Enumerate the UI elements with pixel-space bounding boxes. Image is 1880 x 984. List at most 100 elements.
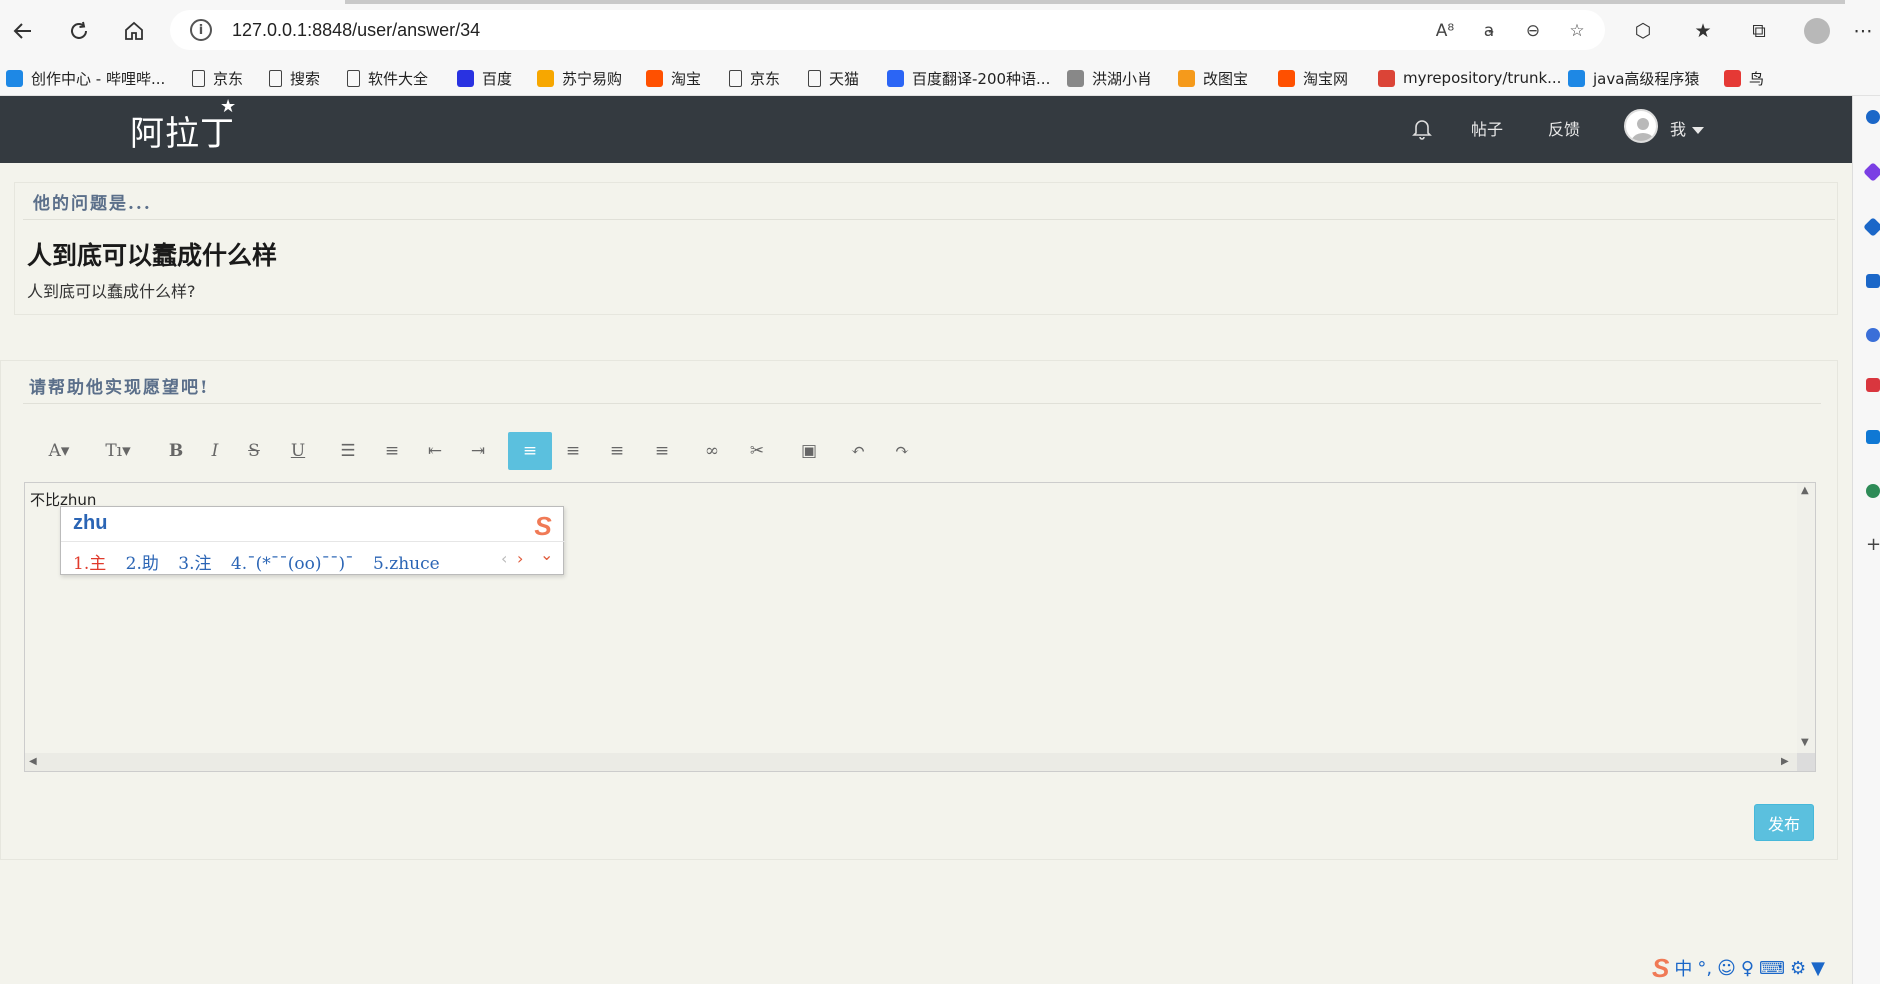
translate-icon[interactable]: a̵ (1476, 18, 1502, 44)
extensions-icon[interactable]: ⬡ (1626, 14, 1660, 48)
indent-button[interactable]: ⇥ (458, 432, 498, 470)
editor-vertical-scrollbar[interactable]: ▲ ▼ (1797, 483, 1815, 753)
bilibili-icon (6, 69, 23, 87)
bookmark-item[interactable]: 淘宝网 (1278, 67, 1348, 89)
skin-icon[interactable]: ▼ (1811, 958, 1825, 979)
ime-candidate[interactable]: 2.助 (126, 554, 159, 574)
editor-horizontal-scrollbar[interactable]: ◀ ▶ (25, 753, 1799, 771)
bookmark-item[interactable]: 软件大全 (347, 67, 428, 89)
redo-button[interactable]: ↷ (882, 432, 922, 470)
justify-button[interactable]: ≡ (642, 432, 682, 470)
outdent-button[interactable]: ⇤ (415, 432, 455, 470)
scroll-left-icon[interactable]: ◀ (29, 756, 37, 767)
bold-button[interactable]: B (156, 432, 196, 470)
favorites-icon[interactable]: ★ (1686, 14, 1720, 48)
align-left-button[interactable]: ≡ (508, 432, 552, 470)
question-title: 人到底可以蠢成什么样 (27, 241, 278, 270)
collections-icon[interactable]: ⧉ (1742, 14, 1776, 48)
zoom-out-icon[interactable]: ⊖ (1520, 18, 1546, 44)
scroll-up-icon[interactable]: ▲ (1801, 485, 1809, 496)
bookmark-item[interactable]: 苏宁易购 (537, 67, 622, 89)
bookmark-item[interactable]: 创作中心 - 哔哩哔... (6, 67, 165, 89)
numbered-list-button[interactable]: ≡ (372, 432, 412, 470)
align-right-button[interactable]: ≡ (597, 432, 637, 470)
ime-candidate[interactable]: 3.注 (178, 554, 211, 574)
logo-star-icon: ★ (220, 96, 238, 117)
keyboard-icon[interactable]: ⌨ (1759, 958, 1785, 979)
bell-icon[interactable] (1412, 118, 1432, 140)
bookmark-item[interactable]: 改图宝 (1178, 67, 1248, 89)
bullet-list-button[interactable]: ☰ (328, 432, 368, 470)
back-arrow-icon[interactable] (6, 14, 40, 48)
search-sidebar-icon[interactable] (1866, 110, 1880, 124)
bookmark-item[interactable]: 百度翻译-200种语... (887, 67, 1050, 89)
url-text[interactable]: 127.0.0.1:8848/user/answer/34 (232, 20, 480, 41)
undo-button[interactable]: ↶ (838, 432, 878, 470)
address-bar[interactable]: i 127.0.0.1:8848/user/answer/34 A⁸ a̵ ⊖ … (170, 10, 1605, 50)
publish-button[interactable]: 发布 (1754, 804, 1814, 841)
voice-icon[interactable]: ♀ (1741, 958, 1754, 979)
home-icon[interactable] (117, 14, 151, 48)
link-button[interactable]: ∞ (692, 432, 732, 470)
settings-icon[interactable]: ⚙ (1790, 958, 1806, 979)
image-button[interactable]: ▣ (789, 432, 829, 470)
bookmark-item[interactable]: 百度 (457, 67, 512, 89)
unlink-button[interactable]: ✂ (737, 432, 777, 470)
tools-icon[interactable] (1866, 274, 1880, 288)
scroll-right-icon[interactable]: ▶ (1781, 756, 1789, 767)
user-menu[interactable]: 我 (1670, 116, 1705, 140)
bookmark-item[interactable]: 搜索 (269, 67, 320, 89)
gaitubao-icon (1178, 69, 1195, 87)
underline-button[interactable]: U (278, 432, 318, 470)
avatar[interactable] (1624, 109, 1658, 143)
site-info-icon[interactable]: i (190, 19, 212, 41)
bookmark-label: 天猫 (829, 69, 860, 88)
bookmark-item[interactable]: 天猫 (808, 67, 859, 89)
emoji-icon[interactable]: ☺ (1717, 958, 1736, 979)
reload-icon[interactable] (62, 14, 96, 48)
bookmark-item[interactable]: 鸟 (1724, 67, 1764, 89)
align-center-button[interactable]: ≡ (553, 432, 593, 470)
strikethrough-button[interactable]: S (234, 432, 274, 470)
font-size-button[interactable]: Tı▾ (98, 432, 138, 470)
nav-posts[interactable]: 帖子 (1471, 116, 1503, 140)
ime-next-icon[interactable]: › (517, 549, 523, 568)
question-body: 人到底可以蠢成什么样? (27, 282, 196, 301)
bookmark-item[interactable]: 淘宝 (646, 67, 701, 89)
scroll-down-icon[interactable]: ▼ (1801, 737, 1809, 748)
punctuation-icon[interactable]: °, (1697, 958, 1712, 979)
italic-button[interactable]: I (195, 432, 235, 470)
page-icon (269, 69, 282, 87)
bookmark-item[interactable]: 京东 (192, 67, 243, 89)
font-family-button[interactable]: A▾ (39, 432, 79, 470)
add-favorite-icon[interactable]: ☆ (1564, 18, 1590, 44)
ime-expand-icon[interactable]: ⌄ (540, 545, 553, 564)
add-sidebar-icon[interactable]: + (1866, 536, 1880, 554)
ime-candidate[interactable]: 5.zhuce (373, 554, 440, 574)
nav-feedback[interactable]: 反馈 (1548, 116, 1580, 140)
games-icon[interactable] (1866, 328, 1880, 342)
site-logo[interactable]: 阿拉丁 ★ (130, 96, 236, 155)
site-header: 阿拉丁 ★ 帖子 反馈 我 (0, 96, 1852, 163)
bird-icon (1067, 69, 1084, 87)
ime-candidate[interactable]: 1.主 (73, 554, 106, 574)
ime-candidates: 1.主 2.助 3.注 4.¯(*¯¯(oo)¯¯)¯ 5.zhuce (73, 549, 454, 574)
bookmark-item[interactable]: 京东 (729, 67, 780, 89)
ime-candidate[interactable]: 4.¯(*¯¯(oo)¯¯)¯ (231, 554, 354, 574)
outlook-icon[interactable] (1866, 430, 1880, 444)
more-icon[interactable]: ⋯ (1846, 14, 1880, 48)
profile-icon[interactable] (1800, 14, 1834, 48)
bookmark-label: 搜索 (290, 69, 321, 88)
ime-prev-icon[interactable]: ‹ (501, 549, 507, 568)
page-icon (192, 69, 205, 87)
sogou-tray-icon[interactable]: S (1652, 953, 1669, 984)
read-aloud-icon[interactable]: A⁸ (1432, 18, 1458, 44)
office-icon[interactable] (1866, 378, 1880, 392)
drop-icon[interactable] (1866, 484, 1880, 498)
bookmark-item[interactable]: 洪湖小肖 (1067, 67, 1152, 89)
bookmark-item[interactable]: java高级程序猿 (1568, 67, 1699, 89)
bookmark-item[interactable]: myrepository/trunk... (1378, 67, 1561, 89)
ime-mode-label[interactable]: 中 (1674, 955, 1692, 981)
taobao-icon (1278, 69, 1295, 87)
scrollbar-corner (1797, 753, 1815, 771)
